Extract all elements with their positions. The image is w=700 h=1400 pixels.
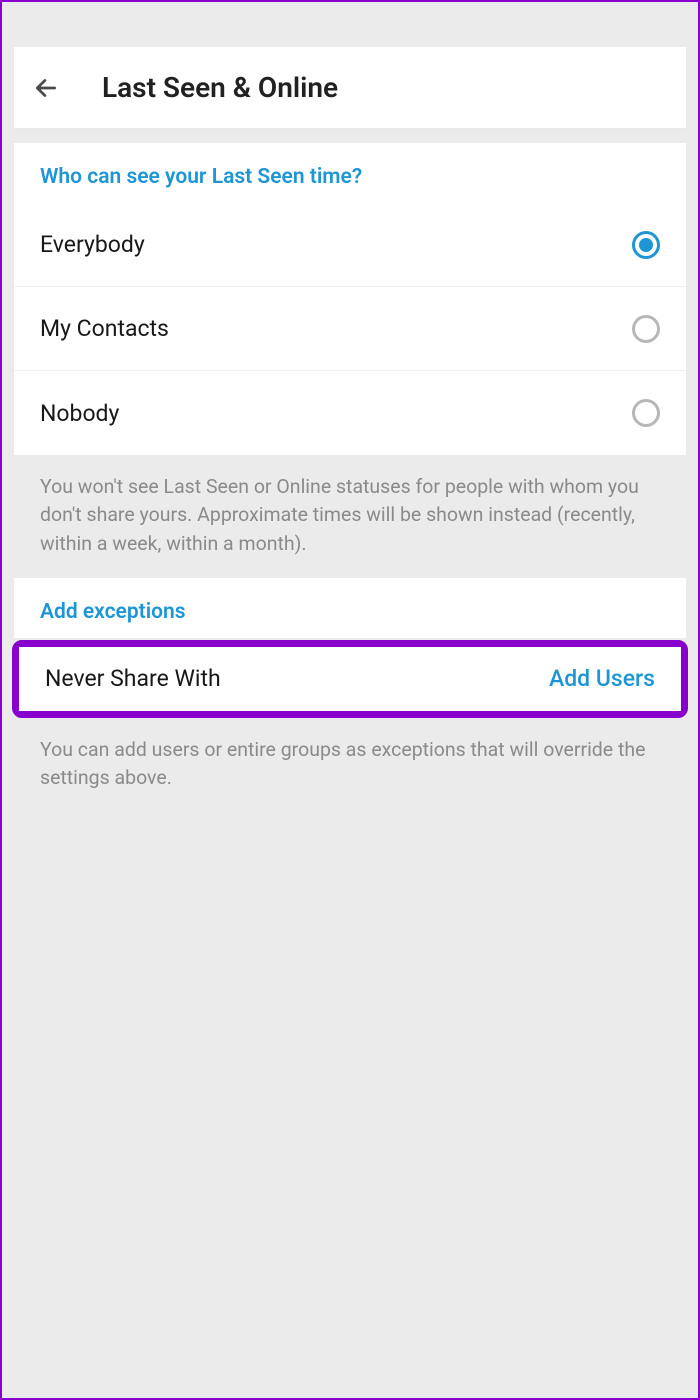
page-title: Last Seen & Online xyxy=(102,71,338,104)
back-button[interactable] xyxy=(32,74,60,102)
add-users-button[interactable]: Add Users xyxy=(549,665,655,692)
never-share-with-row[interactable]: Never Share With Add Users xyxy=(19,647,681,711)
radio-icon xyxy=(632,315,660,343)
radio-option-nobody[interactable]: Nobody xyxy=(14,371,686,455)
exceptions-section: Add exceptions xyxy=(14,578,686,638)
arrow-left-icon xyxy=(33,75,59,101)
never-share-label: Never Share With xyxy=(45,665,221,692)
radio-option-my-contacts[interactable]: My Contacts xyxy=(14,287,686,371)
radio-dot-icon xyxy=(639,238,653,252)
highlight-annotation: Never Share With Add Users xyxy=(12,640,688,718)
exceptions-info: You can add users or entire groups as ex… xyxy=(14,718,686,813)
radio-option-everybody[interactable]: Everybody xyxy=(14,203,686,287)
visibility-section-header: Who can see your Last Seen time? xyxy=(14,143,686,203)
exceptions-section-header: Add exceptions xyxy=(14,578,686,638)
visibility-section: Who can see your Last Seen time? Everybo… xyxy=(14,143,686,455)
header-bar: Last Seen & Online xyxy=(14,47,686,129)
radio-icon xyxy=(632,399,660,427)
visibility-info: You won't see Last Seen or Online status… xyxy=(14,455,686,578)
radio-icon xyxy=(632,231,660,259)
radio-label: My Contacts xyxy=(40,315,169,342)
radio-label: Nobody xyxy=(40,400,119,427)
radio-label: Everybody xyxy=(40,231,145,258)
